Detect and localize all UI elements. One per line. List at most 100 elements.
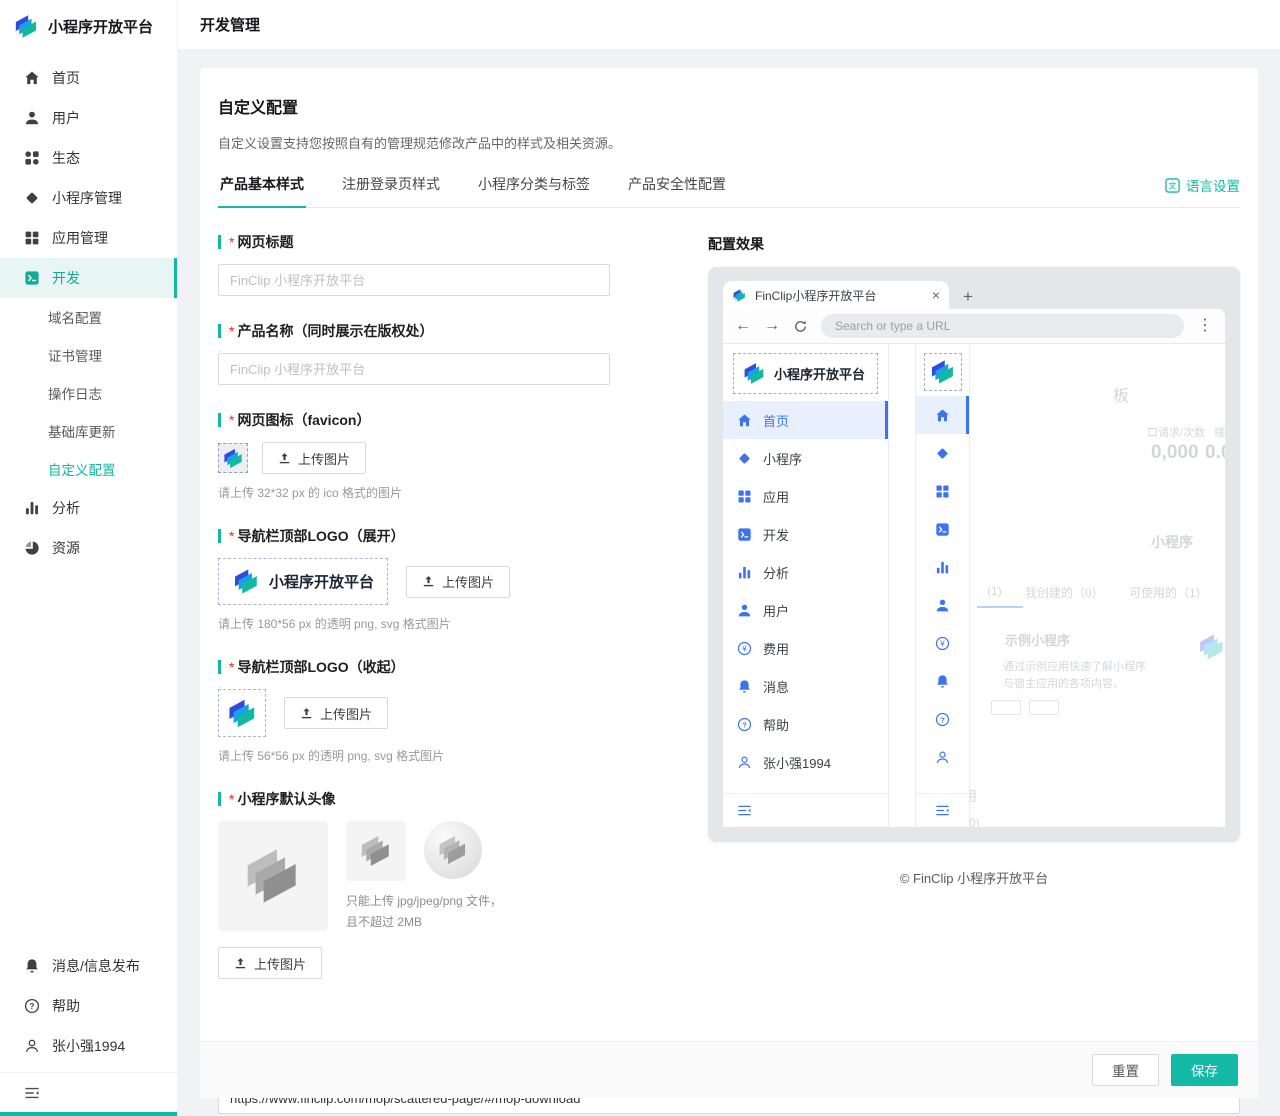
field-label: 导航栏顶部LOGO（展开）	[237, 526, 404, 546]
save-button[interactable]: 保存	[1171, 1054, 1238, 1086]
app-logo[interactable]: 小程序开放平台	[0, 0, 177, 52]
card-title: 自定义配置	[218, 94, 1240, 118]
sidebar-item-ecosystem[interactable]: 生态	[0, 138, 177, 178]
tab-product-security[interactable]: 产品安全性配置	[626, 168, 728, 208]
sidebar-item-resources[interactable]: 资源	[0, 528, 177, 568]
sidebar-item-messages[interactable]: 消息/信息发布	[0, 946, 177, 986]
tab-register-login-style[interactable]: 注册登录页样式	[340, 168, 442, 208]
field-product-name: *产品名称（同时展示在版权处）	[218, 321, 692, 385]
ghost-text: 与宿主应用的各项内容。	[1003, 675, 1124, 691]
field-label: 产品名称（同时展示在版权处）	[237, 321, 433, 341]
sidebar-subitem-base-lib-update[interactable]: 基础库更新	[0, 412, 177, 450]
preview-sidebar-expanded: 小程序开放平台 首页 小程序 应用 开发 分析 用户 费用 消息	[723, 344, 889, 827]
diamond-icon	[24, 190, 40, 206]
ecosystem-icon	[24, 150, 40, 166]
brand-logo-icon	[742, 361, 767, 386]
favicon-upload-button[interactable]: 上传图片	[262, 442, 366, 474]
custom-config-card: 自定义配置 自定义设置支持您按照自有的管理规范修改产品中的样式及相关资源。 产品…	[200, 68, 1258, 1098]
sidebar-item-dev[interactable]: 开发	[0, 258, 177, 298]
sidebar-item-app-mgmt[interactable]: 应用管理	[0, 218, 177, 258]
ghost-tab-underline	[977, 606, 1023, 608]
preview-item-users: 用户	[723, 591, 888, 629]
sidebar-subitem-domain-config[interactable]: 域名配置	[0, 298, 177, 336]
preview-logo-collapsed	[924, 353, 962, 391]
avatar-hint: 只能上传 jpg/jpeg/png 文件， 且不超过 2MB	[346, 891, 502, 933]
browser-tab-strip: FinClip小程序开放平台 × +	[723, 277, 1225, 309]
upload-icon	[278, 452, 291, 465]
sidebar-subitem-custom-config[interactable]: 自定义配置	[0, 450, 177, 488]
preview-item-apps: 应用	[723, 477, 888, 515]
sidebar-collapse-button[interactable]	[0, 1072, 177, 1112]
field-web-title: *网页标题	[218, 232, 692, 296]
sidebar-item-label: 小程序管理	[52, 188, 122, 208]
label-accent-bar	[218, 235, 221, 249]
refresh-icon	[793, 319, 808, 334]
web-title-input[interactable]	[218, 264, 610, 296]
person-icon	[935, 750, 950, 765]
product-name-input[interactable]	[218, 353, 610, 385]
ghost-text: 接	[1214, 424, 1225, 440]
user-icon	[24, 110, 40, 126]
main-area: 开发管理 自定义配置 自定义设置支持您按照自有的管理规范修改产品中的样式及相关资…	[178, 0, 1280, 1116]
sidebar-item-analytics[interactable]: 分析	[0, 488, 177, 528]
sidebar-item-label: 用户	[52, 108, 80, 128]
tab-miniprogram-category[interactable]: 小程序分类与标签	[476, 168, 592, 208]
tab-product-basic-style[interactable]: 产品基本样式	[218, 168, 306, 208]
sidebar-item-account[interactable]: 张小强1994	[0, 1026, 177, 1066]
ghost-text: 小程序	[1151, 532, 1193, 552]
field-hint: 请上传 180*56 px 的透明 png, svg 格式图片	[218, 615, 692, 632]
field-logo-collapsed: *导航栏顶部LOGO（收起） 上传图片 请上传 56*56 px 的透明 png…	[218, 657, 692, 764]
preview-item-account: 张小强1994	[723, 743, 888, 781]
field-label: 导航栏顶部LOGO（收起）	[237, 657, 404, 677]
language-settings-link[interactable]: 语言设置	[1165, 175, 1240, 207]
upload-icon	[234, 957, 247, 970]
home-icon	[737, 413, 752, 428]
apps-icon	[24, 230, 40, 246]
preview-item-analytics: 分析	[723, 553, 888, 591]
logo-expanded-preview: 小程序开放平台	[218, 558, 388, 605]
browser-content: 板 口请求/次数 接 0,000 0.0 小程序 (1) 我创建的（0） 可使用…	[723, 343, 1225, 827]
terminal-icon	[737, 527, 752, 542]
sidebar-bottom: 消息/信息发布 帮助 张小强1994	[0, 942, 177, 1116]
preview-item-home	[916, 396, 969, 434]
ghost-button	[1029, 700, 1059, 715]
sidebar-item-help[interactable]: 帮助	[0, 986, 177, 1026]
upload-icon	[300, 707, 313, 720]
preview-collapse-button	[723, 793, 888, 827]
chart-icon	[935, 560, 950, 575]
reset-button[interactable]: 重置	[1092, 1054, 1159, 1086]
preview-item-help	[916, 700, 969, 738]
tab-close-icon: ×	[932, 288, 940, 302]
logo-collapsed-upload-button[interactable]: 上传图片	[284, 697, 388, 729]
preview-item-help: 帮助	[723, 705, 888, 743]
field-label: 小程序默认头像	[237, 789, 335, 809]
brand-logo-icon	[232, 567, 261, 596]
bell-icon	[24, 958, 40, 974]
sidebar-subitem-op-log[interactable]: 操作日志	[0, 374, 177, 412]
user-icon	[737, 603, 752, 618]
field-hint: 请上传 56*56 px 的透明 png, svg 格式图片	[218, 747, 692, 764]
menu-fold-icon	[737, 803, 752, 818]
copyright-text: © FinClip 小程序开放平台	[708, 868, 1240, 887]
avatar-upload-button[interactable]: 上传图片	[218, 947, 322, 979]
logo-expanded-upload-button[interactable]: 上传图片	[406, 566, 510, 598]
ghost-text: 我创建的（0）	[1025, 584, 1104, 601]
sidebar-item-home[interactable]: 首页	[0, 58, 177, 98]
more-menu-icon: ⋮	[1197, 318, 1213, 334]
diamond-icon	[737, 451, 752, 466]
sidebar-accent-bar	[0, 1112, 177, 1116]
menu-fold-icon	[24, 1085, 40, 1101]
sidebar-item-users[interactable]: 用户	[0, 98, 177, 138]
preview-item-messages	[916, 662, 969, 700]
preview-title: 配置效果	[708, 234, 1240, 254]
bell-icon	[935, 674, 950, 689]
sidebar-subitem-cert-mgmt[interactable]: 证书管理	[0, 336, 177, 374]
sidebar-item-miniprogram-mgmt[interactable]: 小程序管理	[0, 178, 177, 218]
apps-icon	[935, 484, 950, 499]
field-label: 网页图标（favicon）	[237, 410, 370, 430]
ghost-button	[991, 700, 1021, 715]
preview-item-analytics	[916, 548, 969, 586]
preview-logo-expanded: 小程序开放平台	[733, 353, 878, 394]
user-icon	[935, 598, 950, 613]
preview-item-billing	[916, 624, 969, 662]
